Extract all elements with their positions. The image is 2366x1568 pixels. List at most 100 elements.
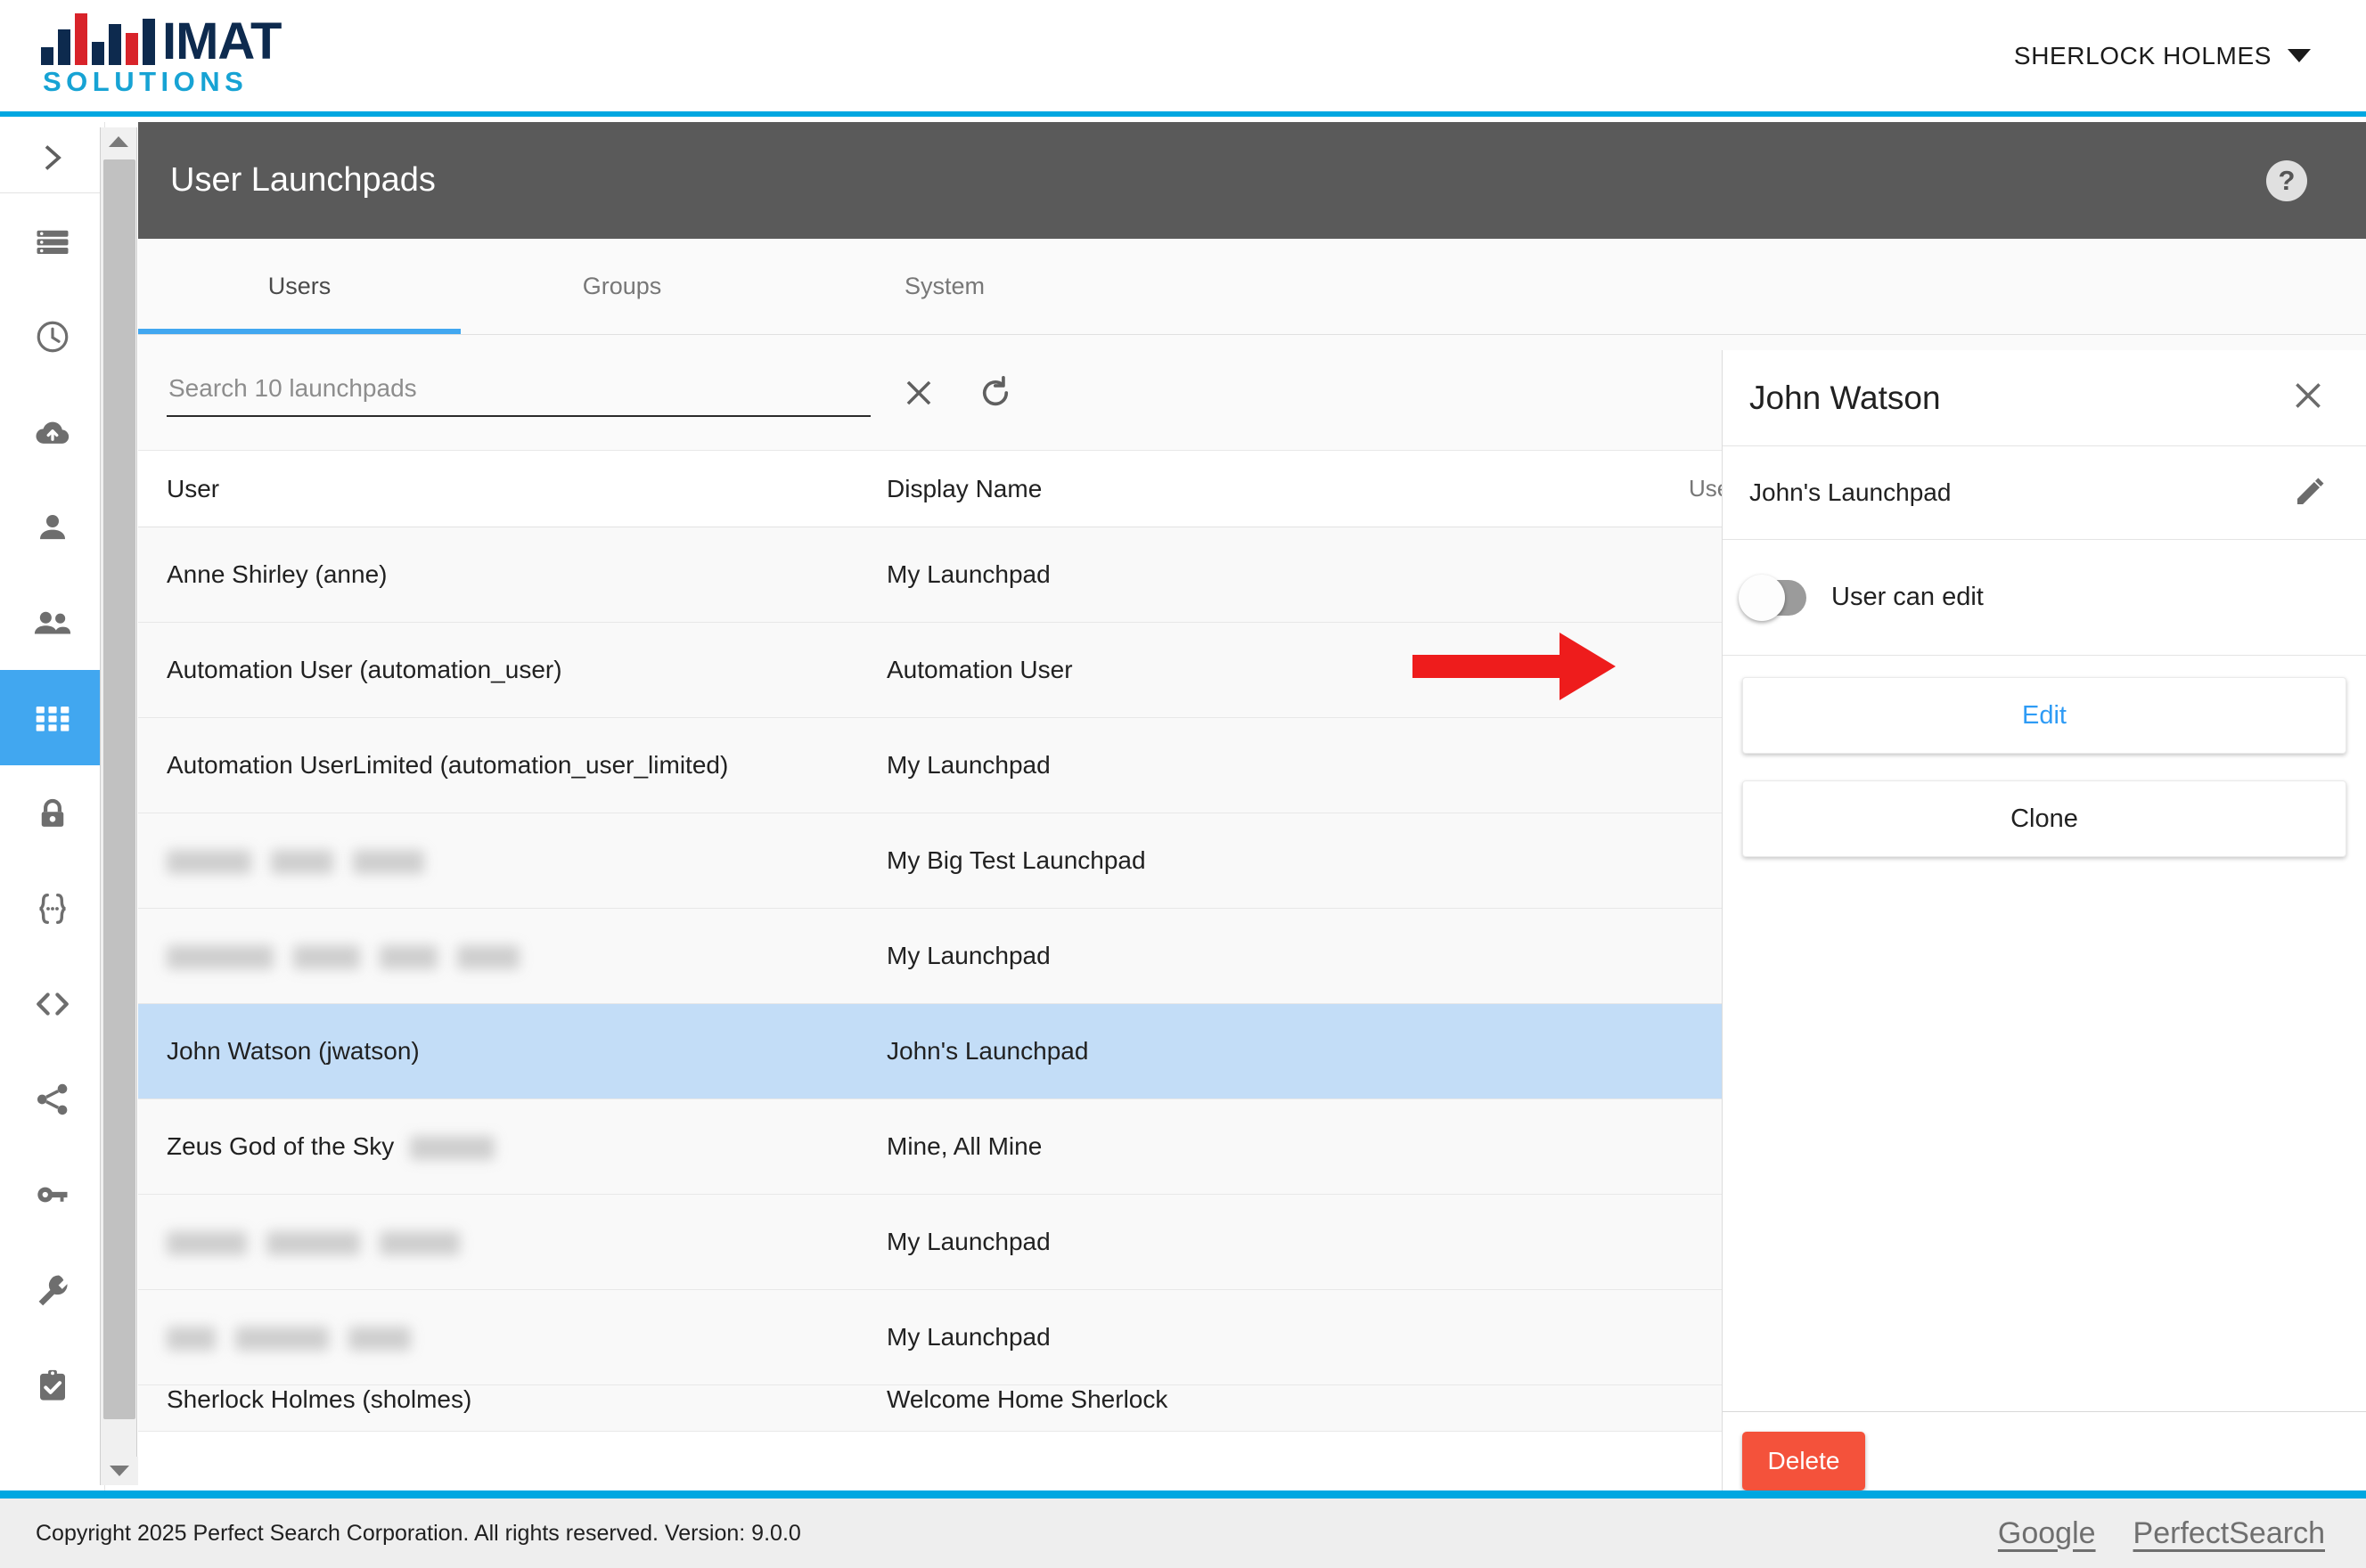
sidebar-item-launchpads[interactable]	[0, 670, 104, 765]
tab-bar: Users Groups System	[138, 239, 2366, 335]
delete-button[interactable]: Delete	[1742, 1432, 1865, 1490]
clone-button[interactable]: Clone	[1742, 780, 2346, 857]
cell-display-name: Mine, All Mine	[887, 1132, 1043, 1160]
cell-user: John Watson (jwatson)	[138, 1037, 887, 1066]
cell-user-text: Sherlock Holmes (sholmes)	[167, 1385, 472, 1413]
cell-display-name: John's Launchpad	[887, 1037, 1089, 1065]
key-icon	[37, 1187, 67, 1202]
page-footer: Copyright 2025 Perfect Search Corporatio…	[0, 1490, 2366, 1568]
triangle-down-icon	[110, 1466, 129, 1476]
rename-launchpad-button[interactable]	[2293, 473, 2329, 513]
question-mark-icon[interactable]: ?	[2266, 159, 2307, 201]
user-menu[interactable]: SHERLOCK HOLMES	[2014, 42, 2366, 70]
user-can-edit-row: User can edit	[1723, 540, 2366, 656]
sidebar-item-history[interactable]	[0, 289, 104, 384]
footer-link-perfectsearch[interactable]: PerfectSearch	[2133, 1516, 2325, 1551]
sidebar-item-keys[interactable]	[0, 1147, 104, 1242]
redacted-text	[380, 1231, 460, 1256]
edit-button[interactable]: Edit	[1742, 677, 2346, 754]
cell-display-name: My Launchpad	[887, 751, 1051, 779]
copyright-text: Copyright 2025 Perfect Search Corporatio…	[36, 1520, 801, 1546]
sidebar-item-groups[interactable]	[0, 575, 104, 670]
sidebar-item-list[interactable]	[0, 193, 104, 289]
redacted-text	[167, 1327, 216, 1352]
tab-groups[interactable]: Groups	[461, 239, 783, 334]
top-bar: IMAT SOLUTIONS SHERLOCK HOLMES	[0, 0, 2366, 117]
cell-user-text: Automation UserLimited (automation_user_…	[167, 751, 729, 779]
bar-chart-logo-icon	[41, 13, 155, 66]
app-root: IMAT SOLUTIONS SHERLOCK HOLMES User Laun…	[0, 0, 2366, 1568]
footer-link-google[interactable]: Google	[1998, 1516, 2096, 1551]
sidebar-item-tools[interactable]	[0, 1242, 104, 1337]
redacted-text	[457, 945, 520, 970]
cell-user: Zeus God of the Sky	[138, 1132, 887, 1161]
cell-display-name: Welcome Home Sherlock	[887, 1385, 1168, 1413]
scrollbar-thumb[interactable]	[103, 159, 135, 1419]
cell-display-name: My Launchpad	[887, 942, 1051, 969]
launchpad-detail-panel: John Watson John's Launchpad User can ed…	[1722, 350, 2366, 1490]
cell-user	[138, 1228, 887, 1256]
cell-display-name: My Launchpad	[887, 560, 1051, 588]
cell-display-name: My Launchpad	[887, 1323, 1051, 1351]
refresh-button[interactable]	[967, 364, 1024, 421]
share-icon	[37, 1083, 67, 1115]
sidebar-item-security[interactable]	[0, 765, 104, 861]
redacted-text	[353, 850, 424, 875]
redacted-text	[235, 1327, 329, 1352]
sidebar-item-json[interactable]	[0, 861, 104, 956]
redacted-text	[410, 1136, 495, 1161]
detail-title: John Watson	[1749, 379, 1941, 416]
grid-apps-icon	[36, 706, 69, 731]
pencil-icon	[2297, 478, 2324, 504]
redacted-text	[167, 850, 251, 875]
cell-user: Sherlock Holmes (sholmes)	[138, 1385, 887, 1414]
search-input[interactable]	[167, 368, 871, 417]
refresh-icon	[982, 375, 1009, 405]
cell-user: Anne Shirley (anne)	[138, 560, 887, 589]
triangle-up-icon	[109, 136, 128, 147]
redacted-text	[380, 945, 438, 970]
brand-logo[interactable]: IMAT SOLUTIONS	[0, 13, 282, 98]
person-icon	[39, 514, 65, 539]
sidebar-item-upload[interactable]	[0, 384, 104, 479]
detail-action-buttons: Edit Clone	[1723, 656, 2366, 884]
sidebar-item-tasks[interactable]	[0, 1337, 104, 1433]
sidebar-rail	[0, 122, 105, 1496]
cell-display-name: My Big Test Launchpad	[887, 846, 1146, 874]
sidebar-item-user[interactable]	[0, 479, 104, 575]
redacted-text	[271, 850, 333, 875]
sidebar-item-code[interactable]	[0, 956, 104, 1051]
page-title: User Launchpads	[170, 161, 436, 199]
redacted-text	[293, 945, 360, 970]
tab-users[interactable]: Users	[138, 239, 461, 334]
cloud-upload-icon	[35, 421, 69, 444]
scroll-up-button[interactable]	[101, 127, 136, 156]
user-can-edit-toggle[interactable]	[1739, 574, 1806, 621]
detail-header: John Watson	[1723, 350, 2366, 446]
braces-icon	[38, 893, 66, 924]
page-scrollbar[interactable]	[100, 127, 138, 1485]
close-icon	[906, 380, 931, 404]
scroll-down-button[interactable]	[101, 1457, 138, 1485]
brand-name-secondary: SOLUTIONS	[43, 66, 249, 98]
close-panel-button[interactable]	[2289, 377, 2327, 419]
launchpad-name-row: John's Launchpad	[1723, 446, 2366, 540]
sidebar-item-share[interactable]	[0, 1051, 104, 1147]
redacted-text	[266, 1231, 360, 1256]
cell-display-name: Automation User	[887, 656, 1073, 683]
close-icon	[2296, 383, 2321, 408]
tab-system[interactable]: System	[783, 239, 1106, 334]
sidebar-expand-toggle[interactable]	[0, 122, 104, 193]
column-header-display-name[interactable]: Display Name	[887, 475, 1689, 503]
cell-user	[138, 1323, 887, 1352]
chevron-down-icon	[2288, 49, 2311, 62]
detail-footer: Delete	[1723, 1411, 2366, 1490]
toggle-knob	[1739, 574, 1785, 621]
clear-search-button[interactable]	[890, 364, 947, 421]
clipboard-check-icon	[39, 1369, 65, 1401]
list-icon	[37, 230, 68, 254]
column-header-user[interactable]: User	[138, 475, 887, 503]
cell-user: Automation User (automation_user)	[138, 656, 887, 684]
page-header: User Launchpads ?	[138, 122, 2366, 239]
people-icon	[34, 611, 70, 633]
